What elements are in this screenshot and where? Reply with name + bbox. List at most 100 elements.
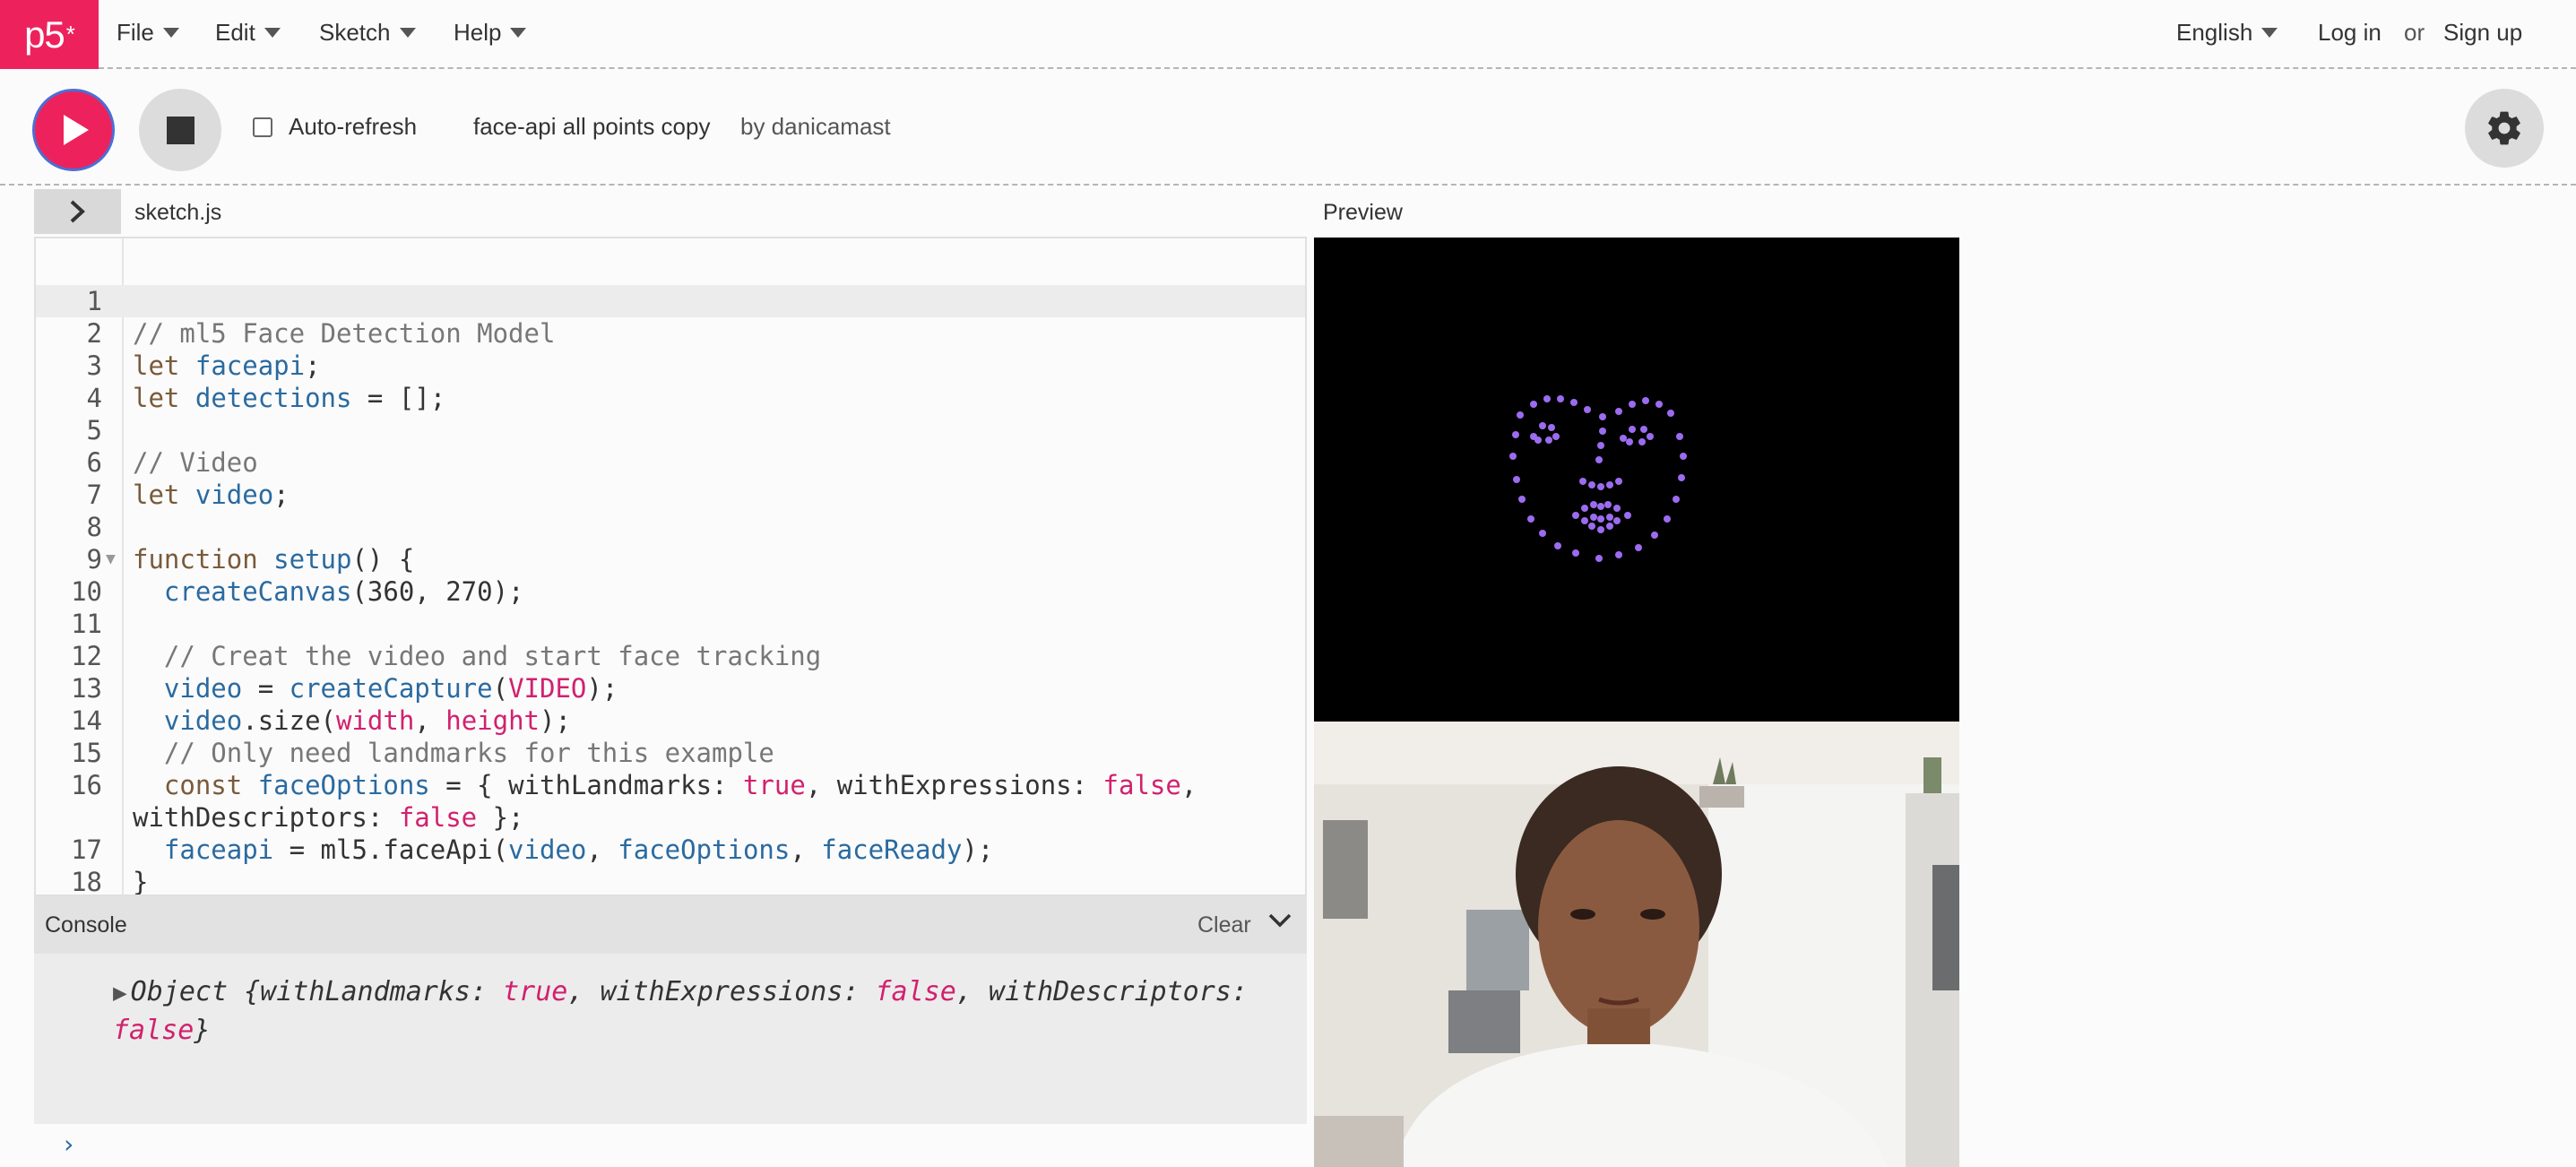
login-link[interactable]: Log in xyxy=(2318,0,2382,65)
landmark-dot xyxy=(1534,437,1542,444)
code-line[interactable]: 11 xyxy=(36,608,1305,640)
console-collapse-button[interactable] xyxy=(1267,911,1292,935)
auto-refresh-checkbox[interactable] xyxy=(253,117,272,137)
code-line[interactable]: 1 xyxy=(36,285,1305,317)
code-line[interactable]: 15 // Only need landmarks for this examp… xyxy=(36,737,1305,769)
line-number: 8 xyxy=(86,512,102,542)
code-text: } xyxy=(133,867,149,896)
code-line[interactable]: 14 video.size(width, height); xyxy=(36,705,1305,737)
line-number: 12 xyxy=(71,641,102,671)
landmark-dot xyxy=(1667,410,1674,417)
sidebar-toggle-button[interactable] xyxy=(34,189,121,234)
line-number: 16 xyxy=(71,770,102,800)
menu-edit[interactable]: Edit xyxy=(215,0,281,65)
landmark-dot xyxy=(1647,433,1654,440)
webcam-video xyxy=(1314,722,1959,1167)
code-text: // ml5 Face Detection Model xyxy=(133,318,556,349)
landmark-dot xyxy=(1629,401,1636,408)
landmark-dot xyxy=(1530,401,1537,408)
landmark-dot xyxy=(1606,481,1613,488)
landmark-dot xyxy=(1552,433,1560,440)
landmark-dot xyxy=(1597,442,1604,449)
landmark-dot xyxy=(1635,544,1642,551)
file-tab-sketch-js[interactable]: sketch.js xyxy=(134,200,221,226)
code-line[interactable]: 3 let faceapi; xyxy=(36,350,1305,382)
toolbar: Auto-refresh face-api all points copy by… xyxy=(0,71,2576,186)
console-clear-button[interactable]: Clear xyxy=(1197,912,1251,938)
code-line[interactable]: 7 let video; xyxy=(36,479,1305,511)
menu-file[interactable]: File xyxy=(117,0,179,65)
code-line[interactable]: 13 video = createCapture(VIDEO); xyxy=(36,672,1305,705)
landmark-dot xyxy=(1545,437,1552,444)
sketch-name[interactable]: face-api all points copy xyxy=(473,113,710,141)
line-number: 3 xyxy=(86,350,102,381)
landmark-dot xyxy=(1615,478,1622,485)
line-number: 15 xyxy=(71,738,102,768)
landmark-dot xyxy=(1588,481,1595,488)
console-header: Console Clear xyxy=(34,896,1307,954)
landmark-dot xyxy=(1629,426,1636,433)
code-line[interactable]: 17 faceapi = ml5.faceApi(video, faceOpti… xyxy=(36,834,1305,866)
p5-logo[interactable]: p5 * xyxy=(0,0,99,69)
fold-arrow-icon[interactable]: ▼ xyxy=(106,543,116,575)
landmark-dot xyxy=(1509,453,1517,460)
play-button[interactable] xyxy=(32,89,115,171)
code-line[interactable]: 12 // Creat the video and start face tra… xyxy=(36,640,1305,672)
code-line[interactable]: 18} xyxy=(36,866,1305,896)
chevron-down-icon xyxy=(1268,913,1292,928)
line-number: 9 xyxy=(86,544,102,575)
landmark-dot xyxy=(1606,523,1613,530)
code-lines[interactable]: 1 2 // ml5 Face Detection Model 3 let faceap… xyxy=(36,285,1305,896)
console-message[interactable]: ▶ Object {withLandmarks: true, withExpres… xyxy=(113,973,1269,1050)
language-select[interactable]: English xyxy=(2176,0,2278,65)
code-text: video = createCapture(VIDEO); xyxy=(163,673,618,704)
line-number: 4 xyxy=(86,383,102,413)
gear-icon xyxy=(2488,111,2520,145)
landmark-dot xyxy=(1599,428,1606,435)
code-line[interactable]: 16 const faceOptions = { withLandmarks: … xyxy=(36,769,1305,834)
code-text: let faceapi; xyxy=(133,350,321,381)
code-text: video.size(width, height); xyxy=(163,705,571,736)
code-line[interactable]: 6 // Video xyxy=(36,446,1305,479)
landmark-dot xyxy=(1597,515,1604,523)
code-line[interactable]: 5 xyxy=(36,414,1305,446)
sketch-author[interactable]: by danicamast xyxy=(740,113,891,141)
settings-button[interactable] xyxy=(2465,89,2544,168)
signup-link[interactable]: Sign up xyxy=(2443,0,2522,65)
code-text: function setup() { xyxy=(133,544,415,575)
landmark-dot xyxy=(1624,512,1631,519)
or-text: or xyxy=(2404,18,2425,46)
landmark-dot xyxy=(1620,435,1627,442)
chevron-right-icon xyxy=(70,200,85,223)
landmark-dot xyxy=(1581,517,1588,524)
code-text: faceapi = ml5.faceApi(video, faceOptions… xyxy=(163,834,994,865)
landmark-dot xyxy=(1597,503,1604,510)
line-number: 17 xyxy=(71,834,102,865)
landmark-dot xyxy=(1517,411,1524,419)
stop-button[interactable] xyxy=(139,89,221,171)
code-line[interactable]: 8 xyxy=(36,511,1305,543)
landmark-dot xyxy=(1597,526,1604,533)
landmark-dot xyxy=(1581,505,1588,512)
code-line[interactable]: 2 // ml5 Face Detection Model xyxy=(36,317,1305,350)
sketch-canvas[interactable] xyxy=(1314,238,1959,722)
code-editor[interactable]: 1 2 // ml5 Face Detection Model 3 let faceap… xyxy=(34,237,1307,896)
landmark-dot xyxy=(1543,395,1551,402)
line-number: 2 xyxy=(86,318,102,349)
landmark-dot xyxy=(1572,549,1579,557)
landmark-dot xyxy=(1615,408,1622,415)
caret-down-icon xyxy=(264,27,281,38)
landmark-dot xyxy=(1572,512,1579,519)
menu-help[interactable]: Help xyxy=(454,0,527,65)
auto-refresh-toggle[interactable]: Auto-refresh xyxy=(253,113,417,141)
code-line[interactable]: 10 createCanvas(360, 270); xyxy=(36,575,1305,608)
landmark-dot xyxy=(1604,501,1612,508)
console-input[interactable]: › xyxy=(34,1124,1307,1167)
code-line[interactable]: 4 let detections = []; xyxy=(36,382,1305,414)
code-line[interactable]: 9 ▼ function setup() { xyxy=(36,543,1305,575)
line-number: 18 xyxy=(71,867,102,896)
expand-triangle-icon[interactable]: ▶ xyxy=(113,980,127,1007)
menu-sketch[interactable]: Sketch xyxy=(319,0,416,65)
code-text: // Video xyxy=(133,447,258,478)
code-text: const faceOptions = { withLandmarks: tru… xyxy=(133,770,1213,833)
